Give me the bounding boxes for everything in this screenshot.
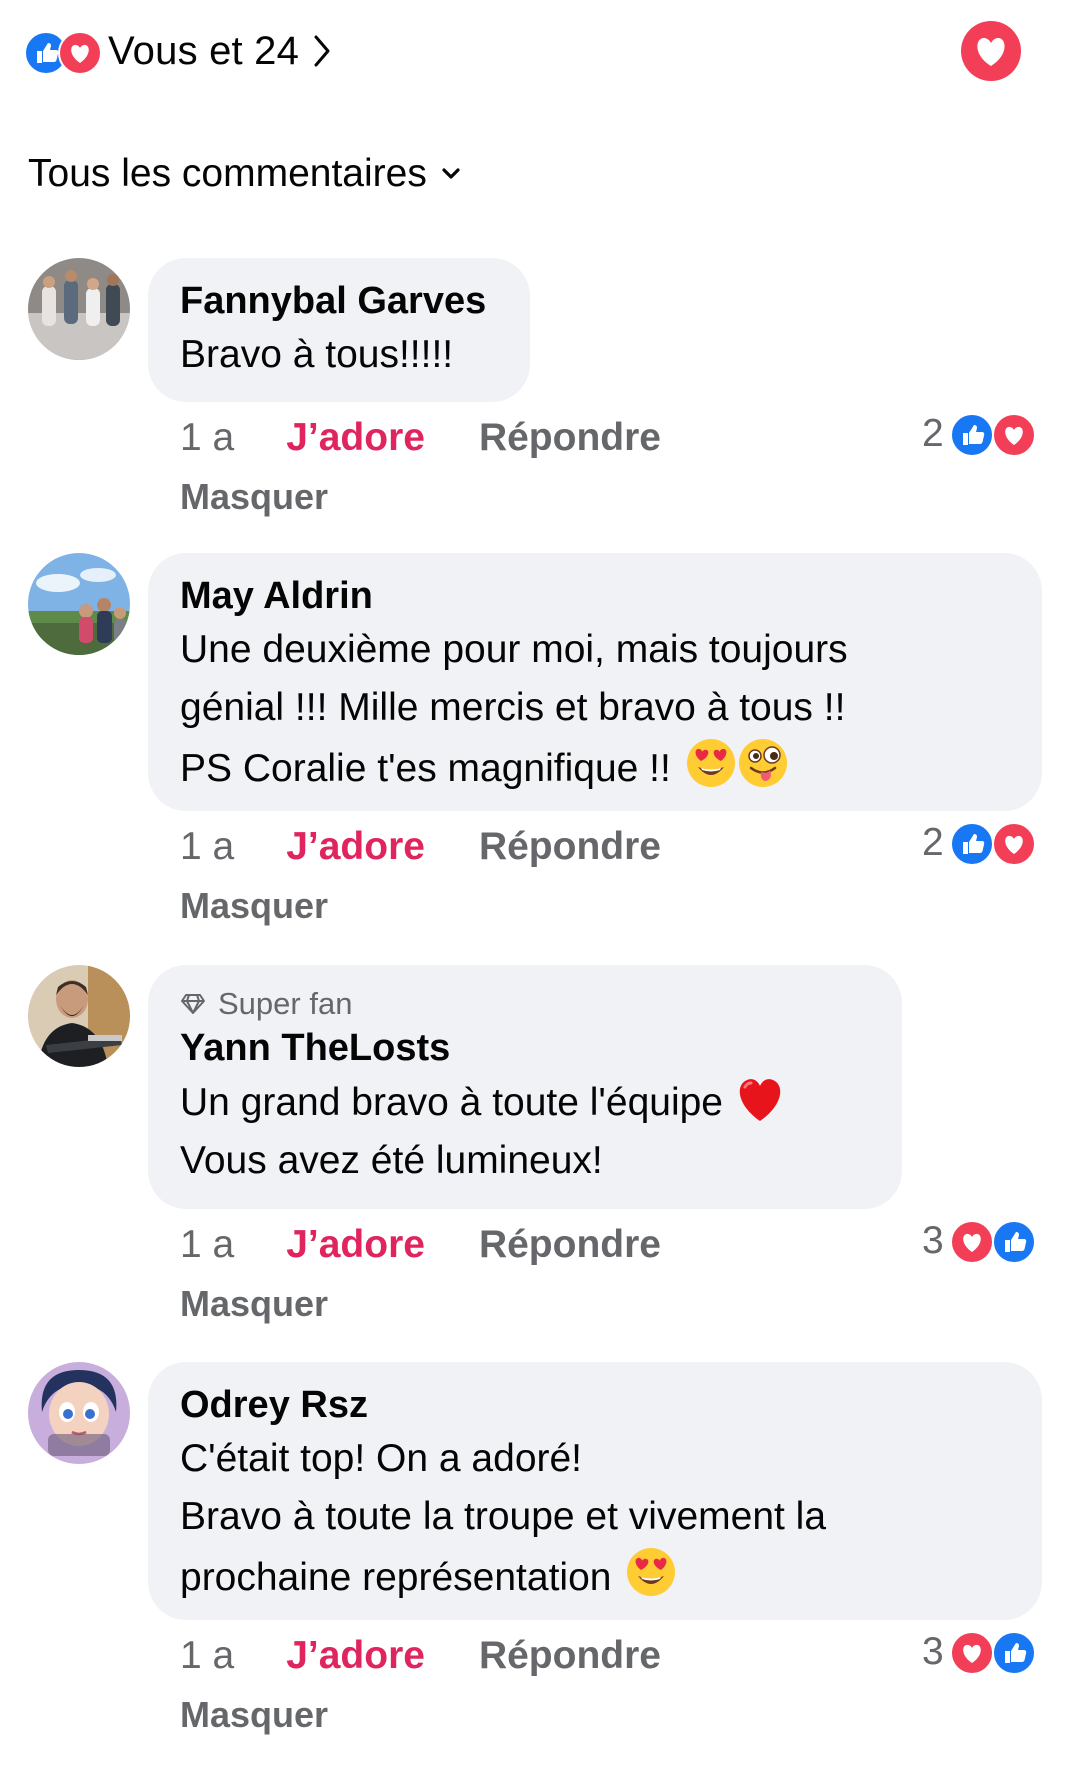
comment-actions: 1 a J’adore Répondre [180,416,661,460]
comment-reactions[interactable]: 2 [922,411,1038,457]
hide-button[interactable]: Masquer [180,1694,328,1736]
comment-time[interactable]: 1 a [180,825,234,869]
comment-reactions[interactable]: 2 [922,820,1038,866]
reaction-count: 3 [922,1630,944,1673]
comment-text-line: Vous avez été lumineux! [180,1139,603,1182]
love-icon [949,1220,994,1264]
comment-bubble: Super fan Yann TheLosts Un grand bravo à… [148,965,902,1209]
reply-button[interactable]: Répondre [479,1634,661,1678]
red-heart-emoji [739,1079,781,1121]
comment-reactions[interactable]: 3 [922,1218,1038,1264]
comment-bubble: May Aldrin Une deuxième pour moi, mais t… [148,553,1042,811]
diamond-icon [181,994,205,1014]
love-icon [991,822,1036,866]
comment-text-line: génial !!! Mille mercis et bravo à tous … [180,686,846,729]
comment-author[interactable]: Fannybal Garves [180,276,498,326]
comment-time[interactable]: 1 a [180,1223,234,1267]
comment-text-line: C'était top! On a adoré! [180,1437,583,1480]
comment-author[interactable]: Odrey Rsz [180,1380,1010,1430]
avatar[interactable] [28,1362,130,1464]
love-icon [58,31,102,75]
reaction-icons-stack [24,27,104,75]
like-icon [949,413,994,457]
chevron-down-icon [441,167,461,181]
heart-eyes-emoji [686,739,735,787]
reactions-label: Vous et 24 [108,28,300,73]
comment-author[interactable]: May Aldrin [180,571,1010,621]
comment-actions: 1 a J’adore Répondre [180,1223,661,1267]
heart-eyes-emoji [627,1548,676,1596]
love-icon [991,413,1036,457]
comment-text-line: PS Coralie t'es magnifique !! [180,747,671,790]
comment-text: C'était top! On a adoré! Bravo à toute l… [180,1430,1010,1607]
comment-time[interactable]: 1 a [180,1634,234,1678]
reaction-count: 2 [922,412,944,455]
comment-sort-dropdown[interactable]: Tous les commentaires [28,152,461,196]
adore-button[interactable]: J’adore [286,1634,425,1678]
reply-button[interactable]: Répondre [479,416,661,460]
like-icon [991,1631,1036,1675]
adore-button[interactable]: J’adore [286,416,425,460]
love-reaction-button[interactable] [960,20,1022,82]
like-icon [991,1220,1036,1264]
comment-author[interactable]: Yann TheLosts [180,1023,870,1073]
like-icon [949,822,994,866]
love-icon [961,21,1021,81]
hide-button[interactable]: Masquer [180,476,328,518]
comment-text: Bravo à tous!!!!! [180,333,454,376]
comment-text-line: prochaine représentation [180,1556,612,1599]
badge-label: Super fan [218,986,353,1021]
reply-button[interactable]: Répondre [479,825,661,869]
adore-button[interactable]: J’adore [286,825,425,869]
reaction-count: 2 [922,821,944,864]
avatar[interactable] [28,258,130,360]
sort-label: Tous les commentaires [28,152,427,195]
comment-text-line: Une deuxième pour moi, mais toujours [180,628,848,671]
comment-text: Un grand bravo à toute l'équipe Vous ave… [180,1073,870,1190]
super-fan-badge: Super fan [180,985,870,1023]
hide-button[interactable]: Masquer [180,1283,328,1325]
comment-bubble: Fannybal Garves Bravo à tous!!!!! [148,258,530,402]
avatar[interactable] [28,965,130,1067]
hide-button[interactable]: Masquer [180,885,328,927]
comment-actions: 1 a J’adore Répondre [180,1634,661,1678]
avatar[interactable] [28,553,130,655]
adore-button[interactable]: J’adore [286,1223,425,1267]
reply-button[interactable]: Répondre [479,1223,661,1267]
love-icon [949,1631,994,1675]
reaction-count: 3 [922,1219,944,1262]
reaction-summary[interactable]: Vous et 24 [24,22,331,80]
comment-actions: 1 a J’adore Répondre [180,825,661,869]
comment-text: Une deuxième pour moi, mais toujours gén… [180,621,1010,798]
comment-reactions[interactable]: 3 [922,1629,1038,1675]
winking-tongue-emoji [738,739,787,787]
comment-bubble: Odrey Rsz C'était top! On a adoré! Bravo… [148,1362,1042,1620]
comment-text-line: Un grand bravo à toute l'équipe [180,1081,723,1124]
comment-time[interactable]: 1 a [180,416,234,460]
comment-text-line: Bravo à toute la troupe et vivement la [180,1495,827,1538]
chevron-right-icon [313,34,331,68]
